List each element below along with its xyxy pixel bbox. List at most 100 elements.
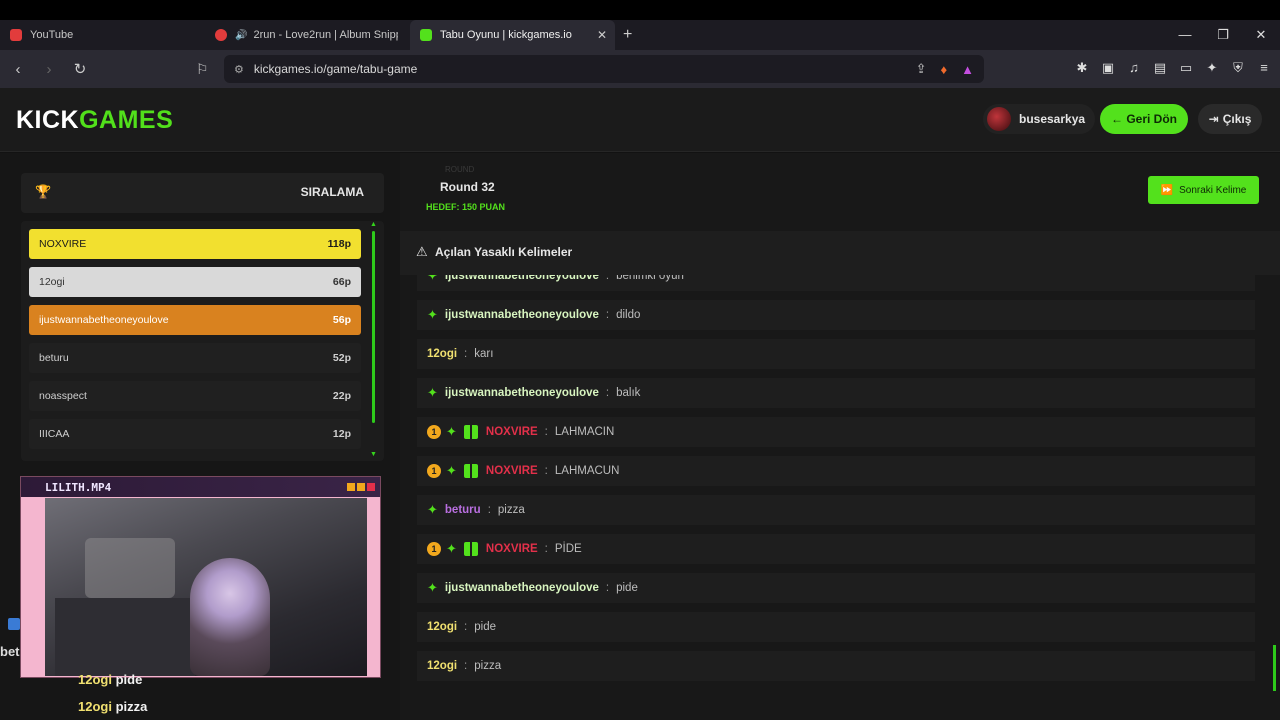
speaker-icon[interactable]: 🔊 xyxy=(235,30,247,41)
chat-message: 1 ✦ NOXVIRE: LAHMACUN xyxy=(417,456,1255,486)
stream-chat-line: 12ogi pide xyxy=(78,672,143,687)
reload-icon[interactable]: ↻ xyxy=(67,60,93,78)
restore-icon[interactable]: ❐ xyxy=(1204,20,1242,50)
chat-separator: : xyxy=(464,660,468,672)
scrollbar-thumb[interactable] xyxy=(372,231,375,423)
ranking-row: IIICAA 12p xyxy=(29,419,361,449)
chat-separator: : xyxy=(464,621,468,633)
chat-text: pide xyxy=(474,621,496,633)
chat-username[interactable]: beturu xyxy=(445,504,481,516)
round-label: Round 32 xyxy=(440,180,495,194)
scroll-down-icon[interactable]: ▼ xyxy=(370,451,377,458)
sparkle-icon: ✦ xyxy=(446,463,457,478)
round-info: ROUND Round 32 HEDEF: 150 PUAN xyxy=(426,165,505,212)
chat-separator: : xyxy=(544,543,548,555)
player-name: NOXVIRE xyxy=(39,238,87,250)
media-icon[interactable]: ♫ xyxy=(1126,60,1142,76)
chat-scrollbar[interactable] xyxy=(1273,275,1276,703)
gift-icon xyxy=(463,464,478,478)
bookmark-icon[interactable]: ⚐ xyxy=(196,61,209,78)
chat-username[interactable]: ijustwannabetheoneyoulove xyxy=(445,309,599,321)
player-points: 12p xyxy=(332,428,351,440)
chat-username[interactable]: ijustwannabetheoneyoulove xyxy=(445,387,599,399)
leo-ai-icon[interactable]: ✦ xyxy=(1204,60,1220,76)
chat-username[interactable]: 12ogi xyxy=(427,621,457,633)
back-arrow-icon[interactable]: ‹ xyxy=(5,61,31,78)
tab-album-snippet[interactable]: 🔊 2run - Love2run | Album Snippet xyxy=(205,20,410,50)
level-badge-icon: 1 xyxy=(427,464,441,478)
chat-username[interactable]: ijustwannabetheoneyoulove xyxy=(445,275,599,282)
vpn-icon[interactable]: ⛨ xyxy=(1230,60,1246,76)
window-controls: — ❐ ✕ xyxy=(1166,20,1280,50)
new-tab-button[interactable]: + xyxy=(623,26,632,44)
brave-shield-icon[interactable]: ♦ xyxy=(940,62,947,77)
overlay-titlebar: LILITH.MP4 xyxy=(21,477,380,497)
ranking-list[interactable]: NOXVIRE 118p 12ogi 66p ijustwannabetheoney… xyxy=(21,221,384,461)
back-button[interactable]: ← Geri Dön xyxy=(1100,104,1188,134)
screenshot-icon[interactable]: ▣ xyxy=(1100,60,1116,76)
gift-icon xyxy=(463,425,478,439)
warning-icon: ⚠ xyxy=(416,244,428,259)
user-profile-chip[interactable]: busesarkya xyxy=(983,104,1096,134)
chat-message: ✦ ijustwannabetheoneyoulove: benimki oyun xyxy=(417,275,1255,291)
trophy-icon: 🏆 xyxy=(35,184,52,199)
banned-words-bar[interactable]: ⚠ Açılan Yasaklı Kelimeler xyxy=(400,231,1280,275)
scrollbar-thumb[interactable] xyxy=(1273,645,1276,691)
chat-username[interactable]: NOXVIRE xyxy=(486,465,538,477)
scroll-up-icon[interactable]: ▲ xyxy=(370,221,377,228)
wallet-icon[interactable]: ▭ xyxy=(1178,60,1194,76)
round-ghost-label: ROUND xyxy=(445,165,475,174)
game-panel: ROUND Round 32 HEDEF: 150 PUAN ⏩ Sonraki… xyxy=(400,153,1280,720)
kickgames-icon xyxy=(420,29,432,41)
chat-text: pizza xyxy=(474,660,502,672)
chat-message: 1 ✦ NOXVIRE: PİDE xyxy=(417,534,1255,564)
chat-separator: : xyxy=(605,309,610,321)
chat-separator: : xyxy=(487,504,491,516)
chat-text: pizza xyxy=(497,504,525,516)
chat-log[interactable]: ✦ ijustwannabetheoneyoulove: benimki oyun ✦… xyxy=(417,275,1255,705)
next-word-button[interactable]: ⏩ Sonraki Kelime xyxy=(1148,176,1259,204)
youtube-icon xyxy=(10,29,22,41)
browser-tools: ✱ ▣ ♫ ▤ ▭ ✦ ⛨ ≡ xyxy=(1074,60,1272,76)
forward-arrow-icon[interactable]: › xyxy=(36,61,62,78)
player-points: 22p xyxy=(332,390,351,402)
target-label: HEDEF: 150 PUAN xyxy=(426,202,506,212)
overlay-window-buttons xyxy=(347,483,375,491)
player-name: 12ogi xyxy=(39,276,65,288)
logout-button[interactable]: ⇥ Çıkış xyxy=(1198,104,1262,134)
tab-kickgames[interactable]: Tabu Oyunu | kickgames.io ✕ xyxy=(410,20,615,50)
minimize-icon[interactable]: — xyxy=(1166,20,1204,50)
background-shelf xyxy=(55,598,195,676)
site-info-icon[interactable]: ⚙ xyxy=(234,63,244,76)
chat-username[interactable]: ijustwannabetheoneyoulove xyxy=(445,582,599,594)
sidebar-icon[interactable]: ▤ xyxy=(1152,60,1168,76)
kickgames-logo[interactable]: KICKGAMES xyxy=(16,106,173,135)
url-text: kickgames.io/game/tabu-game xyxy=(253,62,418,76)
fast-forward-icon: ⏩ xyxy=(1160,184,1174,196)
sparkle-icon: ✦ xyxy=(427,502,438,517)
ranking-title: SIRALAMA xyxy=(300,185,364,199)
chat-username[interactable]: NOXVIRE xyxy=(486,426,538,438)
chat-username[interactable]: 12ogi xyxy=(427,660,457,672)
ranking-scrollbar[interactable]: ▲ ▼ xyxy=(370,221,377,458)
share-icon[interactable]: ⇪ xyxy=(916,61,927,77)
close-window-icon[interactable]: ✕ xyxy=(1242,20,1280,50)
player-points: 118p xyxy=(327,238,351,250)
menu-icon[interactable]: ≡ xyxy=(1256,60,1272,76)
player-name: ijustwannabetheoneyoulove xyxy=(39,314,169,326)
chat-message: ✦ beturu: pizza xyxy=(417,495,1255,525)
address-bar[interactable]: ⚙ kickgames.io/game/tabu-game ⇪ ♦ ▲ xyxy=(224,55,984,83)
close-tab-icon[interactable]: ✕ xyxy=(597,28,607,42)
chat-text: balık xyxy=(616,387,641,399)
sparkle-icon: ✦ xyxy=(427,580,438,595)
chat-separator: : xyxy=(605,387,610,399)
level-badge-icon: 1 xyxy=(427,425,441,439)
tab-youtube[interactable]: YouTube xyxy=(0,20,205,50)
extensions-icon[interactable]: ✱ xyxy=(1074,60,1090,76)
ranking-row: ijustwannabetheoneyoulove 56p xyxy=(29,305,361,335)
brave-rewards-icon[interactable]: ▲ xyxy=(961,62,974,77)
chat-username[interactable]: 12ogi xyxy=(427,348,457,360)
webcam-feed xyxy=(45,498,367,676)
chat-text: benimki oyun xyxy=(616,275,684,282)
chat-username[interactable]: NOXVIRE xyxy=(486,543,538,555)
